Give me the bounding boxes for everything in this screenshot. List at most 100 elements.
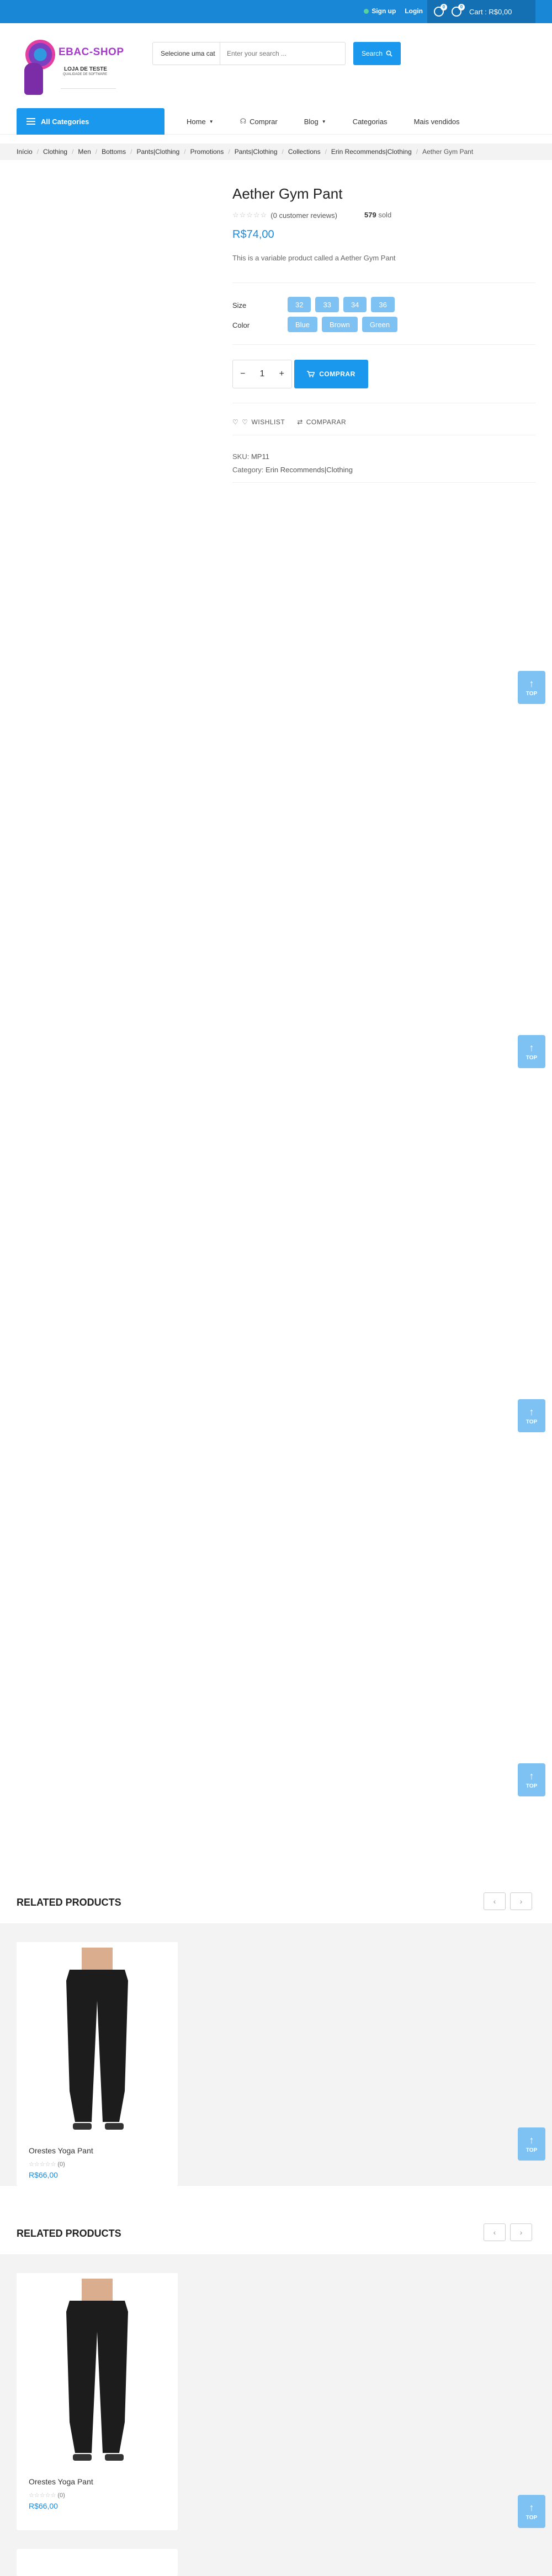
nav-item-mais-vendidos[interactable]: Mais vendidos [414, 118, 460, 126]
wishlist-icon[interactable]: 0 [434, 4, 447, 17]
increment-button[interactable]: + [279, 369, 284, 379]
top-label: TOP [526, 690, 538, 697]
breadcrumb-item[interactable]: Erin Recommends|Clothing [331, 148, 412, 156]
product-card[interactable] [17, 2549, 178, 2576]
brand-tagline: LOJA DE TESTE [64, 66, 107, 72]
product-actions: ♡ ♡ WISHLIST ⇄ COMPARAR [232, 418, 346, 426]
star-rating-icon: ☆☆☆☆☆ (0) [29, 2492, 65, 2499]
logo-divider [61, 88, 116, 89]
product-name[interactable]: Orestes Yoga Pant [29, 2477, 93, 2486]
search-icon [386, 50, 392, 57]
heart-icon: ♡ [242, 418, 248, 426]
product-card[interactable]: Orestes Yoga Pant ☆☆☆☆☆ (0) R$66,00 [17, 1942, 178, 2186]
quantity-value[interactable]: 1 [260, 369, 265, 379]
search-button[interactable]: Search [353, 42, 401, 65]
breadcrumb-item[interactable]: Bottoms [102, 148, 126, 156]
all-categories-button[interactable]: All Categories [17, 108, 164, 135]
category-label: Category: [232, 466, 264, 474]
top-bar: Sign up Login 0 0 Cart : R$0,00 [0, 0, 552, 23]
back-to-top-button[interactable]: ↑ TOP [518, 1035, 545, 1068]
product-card[interactable]: Orestes Yoga Pant ☆☆☆☆☆ (0) R$66,00 [17, 2273, 178, 2530]
wishlist-button[interactable]: ♡ ♡ WISHLIST [232, 418, 285, 426]
breadcrumb-item[interactable]: Promotions [190, 148, 224, 156]
carousel-prev-button[interactable]: ‹ [484, 2223, 506, 2241]
top-label: TOP [526, 1783, 538, 1789]
nav-item-categorias[interactable]: Categorias [353, 118, 388, 126]
carousel-nav: ‹ › [484, 2223, 532, 2241]
category-link[interactable]: Erin Recommends|Clothing [266, 466, 353, 474]
search-button-label: Search [361, 50, 383, 57]
cart-box[interactable]: 0 0 Cart : R$0,00 [427, 0, 535, 23]
account-links: Sign up Login [364, 7, 423, 15]
carousel-prev-button[interactable]: ‹ [484, 1892, 506, 1910]
breadcrumb-item[interactable]: Men [78, 148, 91, 156]
review-count-link[interactable]: (0 customer reviews) [270, 211, 337, 220]
wishlist-count: 0 [440, 4, 447, 10]
back-to-top-button[interactable]: ↑ TOP [518, 2127, 545, 2161]
product-price: R$66,00 [29, 2502, 58, 2510]
back-to-top-button[interactable]: ↑ TOP [518, 2495, 545, 2528]
product-image [17, 2273, 178, 2467]
sold-label: sold [378, 211, 392, 219]
category-select[interactable]: Selecione uma cat [153, 42, 220, 65]
size-option[interactable]: 32 [288, 297, 311, 312]
nav-item-comprar[interactable]: ☊ Comprar [240, 117, 278, 126]
arrow-up-icon: ↑ [529, 1770, 534, 1782]
breadcrumb-item[interactable]: Collections [288, 148, 321, 156]
carousel-next-button[interactable]: › [510, 1892, 532, 1910]
size-option[interactable]: 34 [343, 297, 367, 312]
headset-icon: ☊ [240, 117, 247, 125]
compare-button[interactable]: ⇄ COMPARAR [297, 418, 346, 426]
site-logo[interactable]: EBAC-SHOP LOJA DE TESTE QUALIDADE DE SOF… [22, 38, 127, 98]
search-input[interactable] [220, 50, 345, 57]
arrow-up-icon: ↑ [529, 1042, 534, 1053]
nav-item-blog[interactable]: Blog ▼ [304, 118, 326, 126]
menu-icon [26, 118, 35, 125]
cart-icon[interactable]: 0 [452, 4, 465, 17]
buy-button[interactable]: COMPRAR [294, 360, 368, 388]
breadcrumb-separator: / [95, 148, 98, 156]
breadcrumb-item[interactable]: Início [17, 148, 33, 156]
size-option[interactable]: 36 [371, 297, 395, 312]
color-option[interactable]: Brown [322, 317, 358, 332]
heart-icon: ♡ [232, 418, 239, 426]
size-option[interactable]: 33 [315, 297, 339, 312]
breadcrumb-item[interactable]: Pants|Clothing [235, 148, 278, 156]
nav-item-home[interactable]: Home ▼ [187, 118, 214, 126]
all-categories-label: All Categories [41, 117, 89, 126]
breadcrumb: Início / Clothing / Men / Bottoms / Pants|Cl… [0, 143, 552, 160]
product-rating: ☆☆☆☆☆ (0 customer reviews) [232, 211, 337, 220]
breadcrumb-separator: / [184, 148, 186, 156]
star-rating-icon: ☆☆☆☆☆ [232, 211, 268, 219]
cart-count: 0 [458, 4, 465, 10]
back-to-top-button[interactable]: ↑ TOP [518, 1763, 545, 1796]
related-heading: RELATED PRODUCTS [17, 2228, 121, 2239]
sku-value: MP11 [251, 452, 269, 461]
arrow-up-icon: ↑ [529, 678, 534, 689]
product-image [17, 1942, 178, 2136]
breadcrumb-separator: / [130, 148, 132, 156]
chevron-down-icon: ▼ [321, 119, 326, 124]
breadcrumb-item[interactable]: Clothing [43, 148, 67, 156]
product-sku: SKU: MP11 [232, 452, 269, 461]
breadcrumb-item[interactable]: Pants|Clothing [136, 148, 179, 156]
cart-icon [307, 371, 315, 377]
brand-name: EBAC-SHOP [59, 46, 124, 58]
sold-count: 579 sold [364, 211, 391, 219]
product-title: Aether Gym Pant [232, 185, 343, 202]
signup-icon [364, 8, 369, 14]
color-option[interactable]: Blue [288, 317, 318, 332]
signup-link[interactable]: Sign up [364, 7, 396, 15]
product-name[interactable]: Orestes Yoga Pant [29, 2146, 93, 2155]
carousel-next-button[interactable]: › [510, 2223, 532, 2241]
back-to-top-button[interactable]: ↑ TOP [518, 671, 545, 704]
arrow-up-icon: ↑ [529, 2502, 534, 2513]
buy-button-label: COMPRAR [319, 370, 355, 378]
divider [232, 282, 535, 283]
back-to-top-button[interactable]: ↑ TOP [518, 1399, 545, 1432]
breadcrumb-separator: / [36, 148, 39, 156]
decrement-button[interactable]: − [240, 369, 245, 379]
cart-label[interactable]: Cart : R$0,00 [469, 8, 512, 16]
color-option[interactable]: Green [362, 317, 398, 332]
login-link[interactable]: Login [405, 7, 423, 15]
